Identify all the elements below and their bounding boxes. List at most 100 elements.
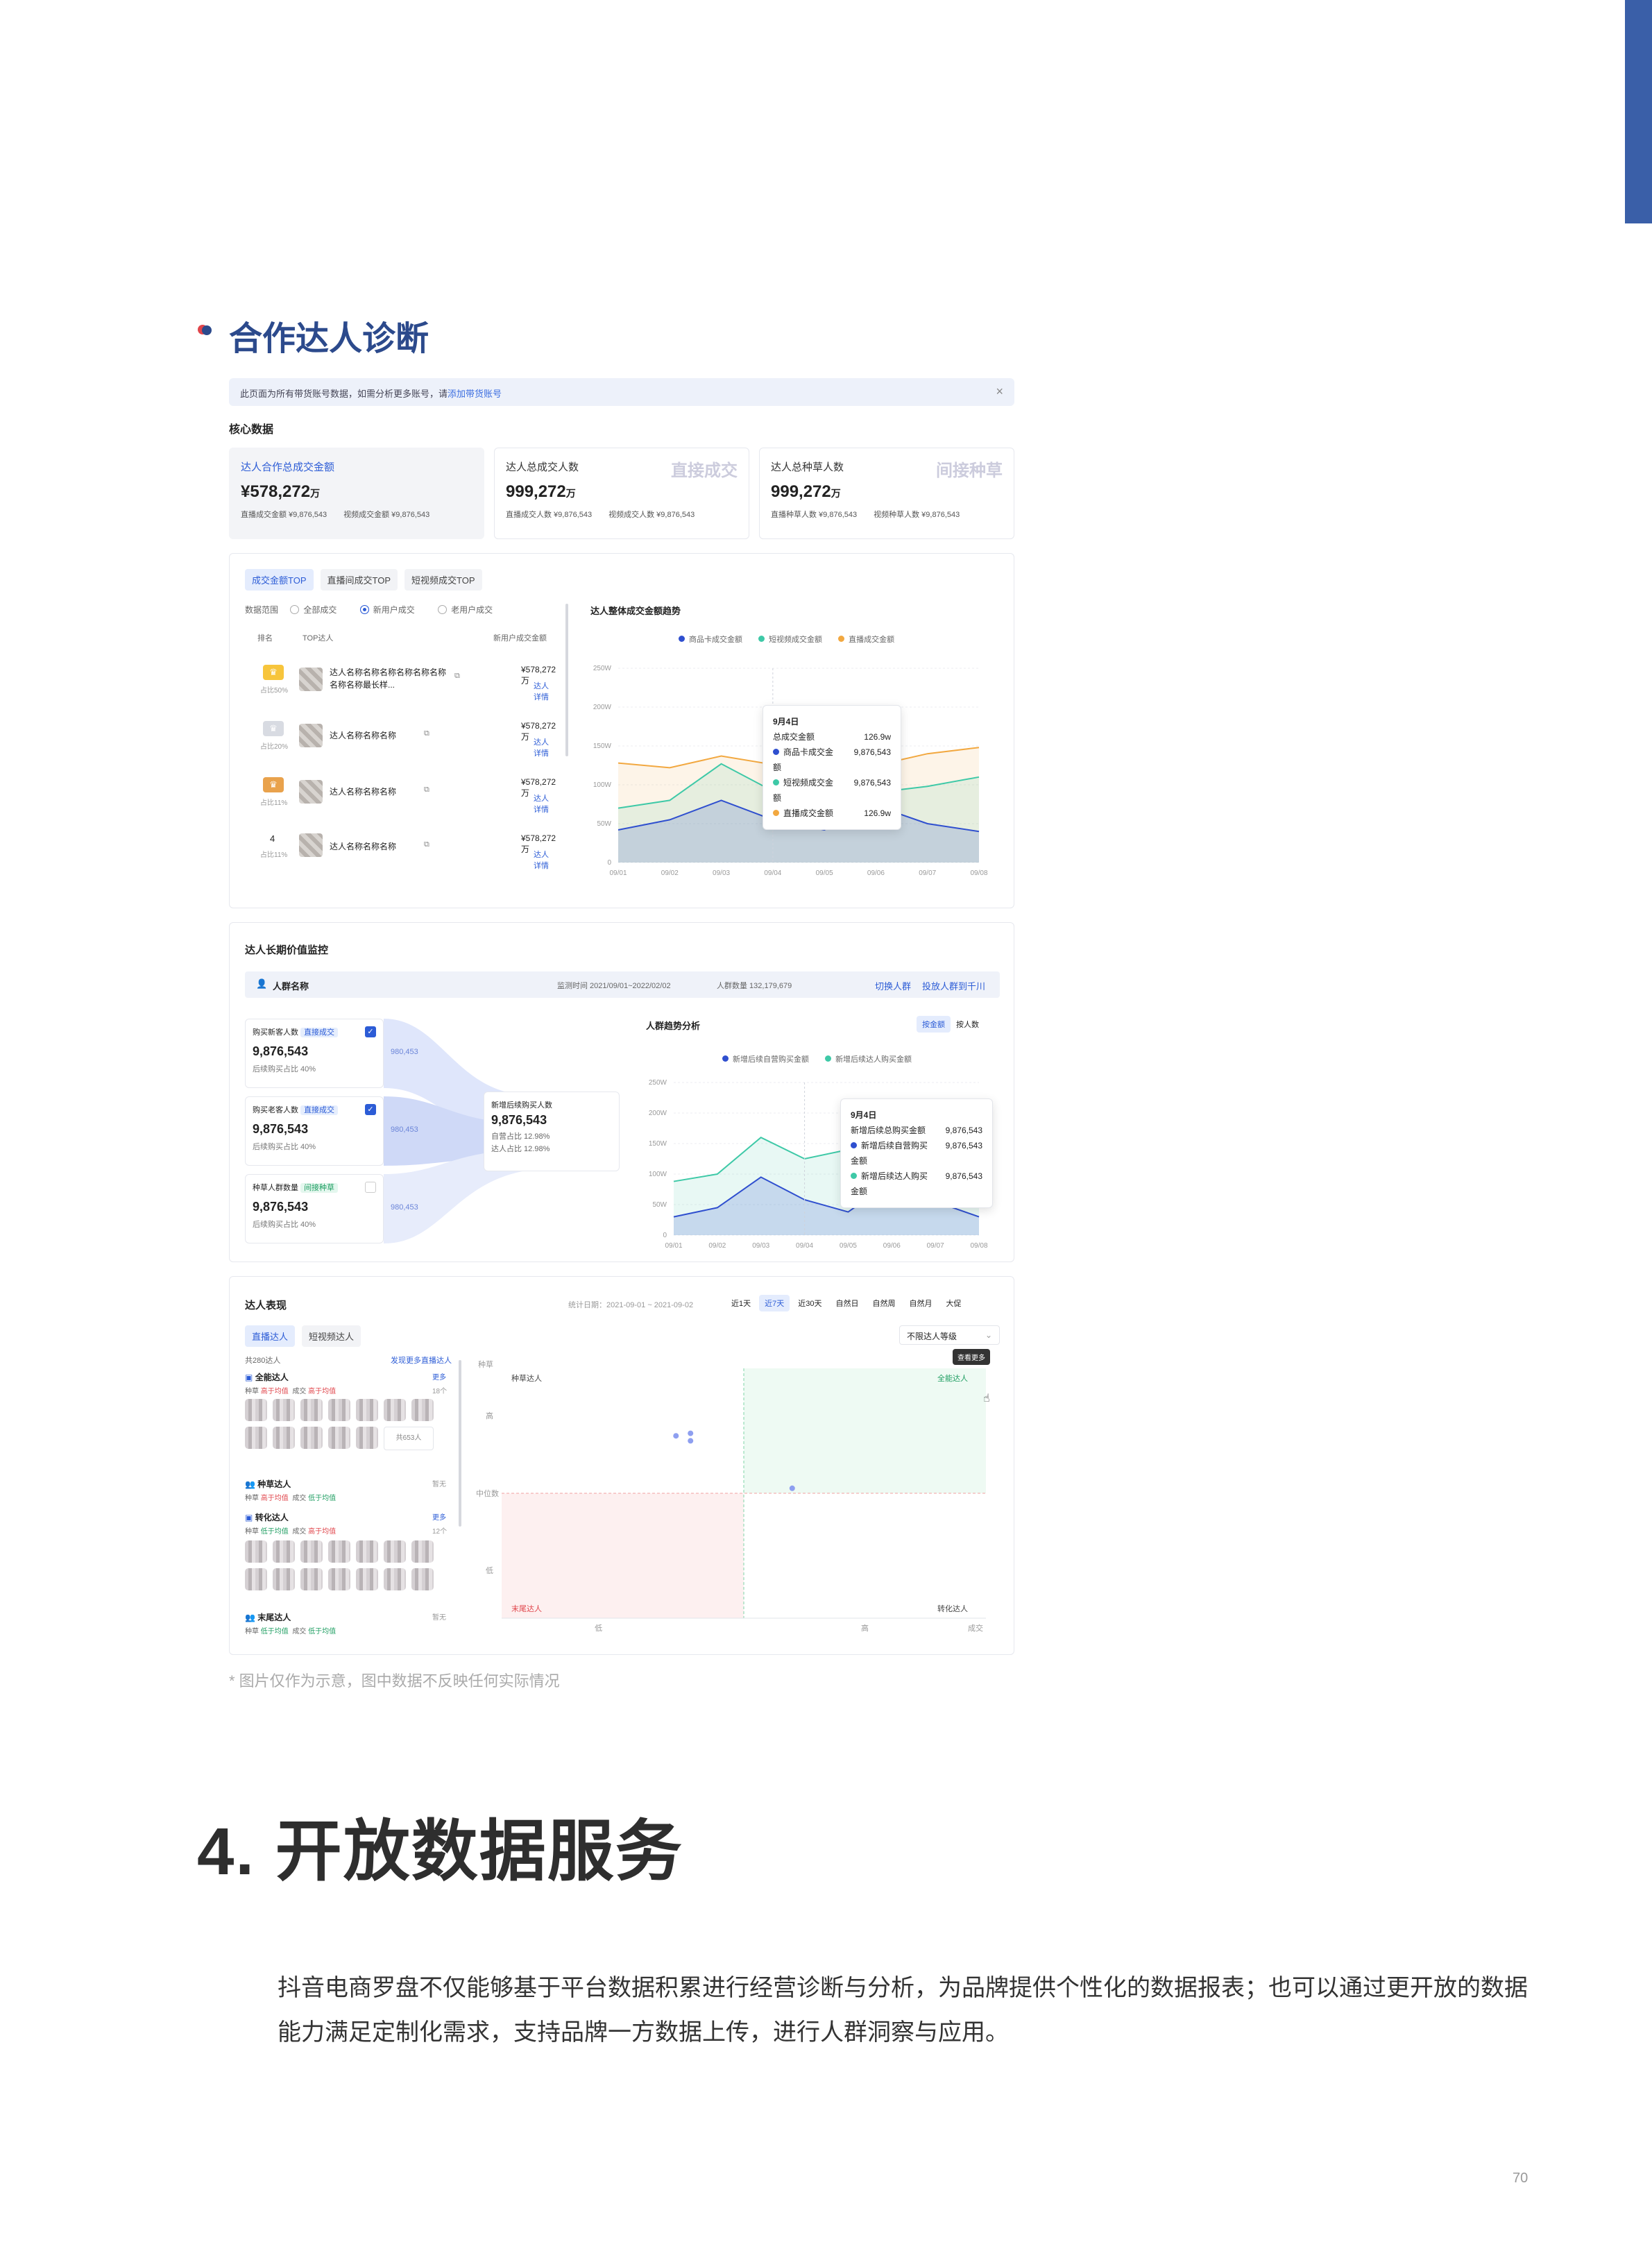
kpi-sub: 视频成交人数 ¥9,876,543 [608,511,695,519]
avatar[interactable] [411,1540,434,1563]
crowd-box-old: 购买老客人数 直接成交 ✓ 9,876,543 后续购买占比 40% [245,1096,384,1166]
more-link[interactable]: 更多 [432,1371,446,1382]
checkbox-checked[interactable]: ✓ [365,1026,376,1037]
crowd-bar: 👤 人群名称 监测时间 2021/09/01~2022/02/02 人群数量 1… [245,971,1000,998]
checkbox-checked[interactable]: ✓ [365,1104,376,1115]
detail-link[interactable]: 达人详情 [534,680,549,702]
tab-live[interactable]: 直播达人 [245,1325,296,1347]
avatar[interactable] [300,1427,323,1449]
influencer-name: 达人名称名称名称 [330,842,397,851]
avatar[interactable] [356,1427,378,1449]
detail-link[interactable]: 达人详情 [534,792,549,815]
total-people[interactable]: 共653人 [384,1427,434,1450]
x-tick-label: 高 [861,1623,869,1633]
long-term-value-panel: 达人长期价值监控 👤 人群名称 监测时间 2021/09/01~2022/02/… [229,922,1014,1262]
avatar[interactable] [328,1568,350,1590]
copy-icon[interactable]: ⧉ [424,840,429,849]
kpi-value: ¥578,272 [241,482,311,501]
tooltip-value: 126.9w [864,808,891,818]
avatar[interactable] [384,1540,406,1563]
avatar[interactable] [273,1540,295,1563]
y-tick-label: 150W [593,742,612,750]
monitor-title: 达人长期价值监控 [245,944,329,956]
range-tab[interactable]: 自然日 [831,1295,865,1311]
avatar[interactable] [300,1568,323,1590]
avatar[interactable] [328,1427,350,1449]
kpi-card-total-gmv[interactable]: 达人合作总成交金额 ¥578,272万 直播成交金额 ¥9,876,543 视频成… [229,448,484,539]
tab-live-top[interactable]: 直播间成交TOP [320,569,398,591]
scrollbar[interactable] [459,1360,461,1527]
perf-date: 统计日期：2021-09-01 ~ 2021-09-02 [568,1301,694,1309]
tab-video-top[interactable]: 短视频成交TOP [405,569,482,591]
avatar[interactable] [356,1540,378,1563]
chart1-tooltip: 9月4日 总成交金额 126.9w 商品卡成交金额 9,876,543 短视频成交金… [763,705,901,830]
kpi-card-seeded[interactable]: 间接种草 达人总种草人数 999,272万 直播种草人数 ¥9,876,543 视… [759,448,1014,539]
avatar[interactable] [300,1399,323,1421]
range-tab[interactable]: 近30天 [792,1295,827,1311]
avatar[interactable] [273,1399,295,1421]
share: 占比50% [260,687,289,695]
kpi-card-buyers[interactable]: 直接成交 达人总成交人数 999,272万 直播成交人数 ¥9,876,543 视… [494,448,749,539]
monitor-period: 监测时间 2021/09/01~2022/02/02 [557,982,671,990]
x-tick-label: 09/06 [867,869,885,877]
range-tab[interactable]: 近1天 [726,1295,756,1311]
radio-all[interactable] [290,605,300,614]
avatar[interactable] [384,1399,406,1421]
discover-link[interactable]: 发现更多直播达人 [391,1354,452,1366]
avatar-grid [245,1540,434,1590]
avatar[interactable] [411,1399,434,1421]
kpi-watermark: 直接成交 [671,461,738,480]
range-tab[interactable]: 自然周 [867,1295,901,1311]
avatar[interactable] [328,1399,350,1421]
toggle-amount[interactable]: 按金额 [917,1016,951,1033]
box-value: 9,876,543 [253,1044,309,1058]
tab-gmv-top[interactable]: 成交金额TOP [245,569,314,591]
avatar[interactable] [245,1399,267,1421]
tab-video[interactable]: 短视频达人 [302,1325,361,1347]
toggle-count[interactable]: 按人数 [951,1016,985,1033]
level-select[interactable]: 不限达人等级 ⌄ [899,1325,1000,1345]
avatar[interactable] [245,1568,267,1590]
copy-icon[interactable]: ⧉ [424,729,429,738]
avatar[interactable] [356,1399,378,1421]
avatar[interactable] [411,1568,434,1590]
radio-new[interactable] [359,605,369,614]
add-account-link[interactable]: 添加带货账号 [448,389,502,399]
avatar[interactable] [273,1427,295,1449]
range-tab-active[interactable]: 近7天 [759,1295,790,1311]
detail-link[interactable]: 达人详情 [534,849,549,871]
avatar[interactable] [245,1427,267,1449]
chart1-title: 达人整体成交金额趋势 [590,606,681,616]
y-tick-label: 100W [649,1171,667,1178]
push-crowd-link[interactable]: 投放人群到千川 [922,979,985,992]
kpi-watermark: 间接种草 [936,461,1003,480]
avatar[interactable] [300,1540,323,1563]
table-row: ♛ 占比11% 达人名称名称名称 ⧉ ¥578,272万 达人详情 [257,777,556,815]
radio-label: 老用户成交 [451,605,493,615]
checkbox-unchecked[interactable] [365,1182,376,1193]
merge-title: 新增后续购买人数 [491,1101,552,1110]
avatar[interactable] [328,1540,350,1563]
scrollbar[interactable] [565,604,568,756]
x-tick-label: 低 [595,1624,602,1633]
switch-crowd-link[interactable]: 切换人群 [875,979,911,992]
box-sub: 后续购买占比 40% [253,1065,316,1073]
radio-old[interactable] [438,605,448,614]
avatar[interactable] [273,1568,295,1590]
avatar[interactable] [245,1540,267,1563]
more-link: 暂无 [432,1614,446,1622]
top-influencer-panel: 成交金额TOP 直播间成交TOP 短视频成交TOP 数据范围 全部成交 新用户成… [229,553,1014,908]
range-tab[interactable]: 大促 [941,1295,967,1311]
kpi-value: 999,272 [771,482,831,501]
range-tab[interactable]: 自然月 [904,1295,938,1311]
flow-value: 980,453 [391,1203,418,1212]
copy-icon[interactable]: ⧉ [424,785,429,795]
close-icon[interactable]: × [996,384,1003,399]
copy-icon[interactable]: ⧉ [454,672,460,681]
box-tag: 直接成交 [300,1105,339,1115]
more-link[interactable]: 更多 [432,1511,446,1522]
avatar[interactable] [384,1568,406,1590]
detail-link[interactable]: 达人详情 [534,736,549,758]
radio-label: 新用户成交 [373,605,415,615]
avatar[interactable] [356,1568,378,1590]
